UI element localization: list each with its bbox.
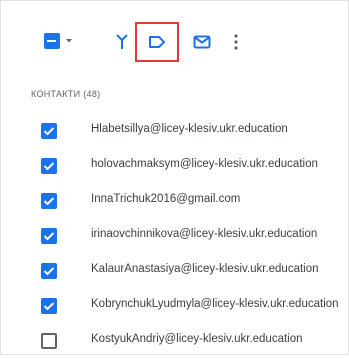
contact-row[interactable]: Hlabetsillya@licey-klesiv.ukr.education: [1, 113, 348, 148]
checkmark-icon: [43, 197, 55, 206]
more-options-button[interactable]: [227, 29, 245, 55]
contact-row[interactable]: KostyukAndriy@licey-klesiv.ukr.education: [1, 323, 348, 358]
caret-down-icon: [65, 39, 72, 43]
contact-email: irinaovchinnikova@licey-klesiv.ukr.educa…: [91, 228, 318, 240]
contact-checkbox[interactable]: [41, 298, 57, 314]
label-icon: [149, 36, 165, 48]
merge-button[interactable]: [109, 29, 135, 55]
checkmark-icon: [43, 127, 55, 136]
more-vertical-icon: [234, 34, 238, 50]
contact-row[interactable]: KobrynchukLyudmyla@licey-klesiv.ukr.educ…: [1, 288, 348, 323]
contact-email: InnaTrichuk2016@gmail.com: [91, 193, 241, 205]
checkmark-icon: [43, 302, 55, 311]
contact-row[interactable]: KalaurAnastasiya@licey-klesiv.ukr.educat…: [1, 253, 348, 288]
email-icon: [193, 35, 211, 49]
contact-checkbox[interactable]: [41, 263, 57, 279]
contact-row[interactable]: irinaovchinnikova@licey-klesiv.ukr.educa…: [1, 218, 348, 253]
contact-email: Hlabetsillya@licey-klesiv.ukr.education: [91, 123, 288, 135]
checkmark-icon: [43, 267, 55, 276]
checkmark-icon: [43, 162, 55, 171]
contact-email: KobrynchukLyudmyla@licey-klesiv.ukr.educ…: [91, 298, 339, 310]
send-email-button[interactable]: [189, 29, 215, 55]
contact-checkbox[interactable]: [41, 158, 57, 174]
contact-checkbox[interactable]: [41, 193, 57, 209]
select-all-button[interactable]: [37, 29, 79, 53]
contacts-panel: КОНТАКТИ (48) Hlabetsillya@licey-klesiv.…: [0, 0, 349, 355]
contact-email: KalaurAnastasiya@licey-klesiv.ukr.educat…: [91, 263, 319, 275]
contact-checkbox[interactable]: [41, 333, 57, 349]
checkmark-icon: [43, 232, 55, 241]
contact-row[interactable]: InnaTrichuk2016@gmail.com: [1, 183, 348, 218]
contact-checkbox[interactable]: [41, 123, 57, 139]
contact-checkbox[interactable]: [41, 228, 57, 244]
contact-email: KostyukAndriy@licey-klesiv.ukr.education: [91, 333, 303, 345]
section-title: КОНТАКТИ (48): [31, 89, 101, 99]
contact-row[interactable]: holovachmaksym@licey-klesiv.ukr.educatio…: [1, 148, 348, 183]
label-button[interactable]: [135, 22, 179, 62]
contact-email: holovachmaksym@licey-klesiv.ukr.educatio…: [91, 158, 318, 170]
merge-icon: [116, 34, 128, 49]
checkbox-indeterminate-icon: [43, 33, 60, 49]
selection-toolbar: [1, 1, 348, 81]
contact-list: Hlabetsillya@licey-klesiv.ukr.education …: [1, 113, 348, 358]
